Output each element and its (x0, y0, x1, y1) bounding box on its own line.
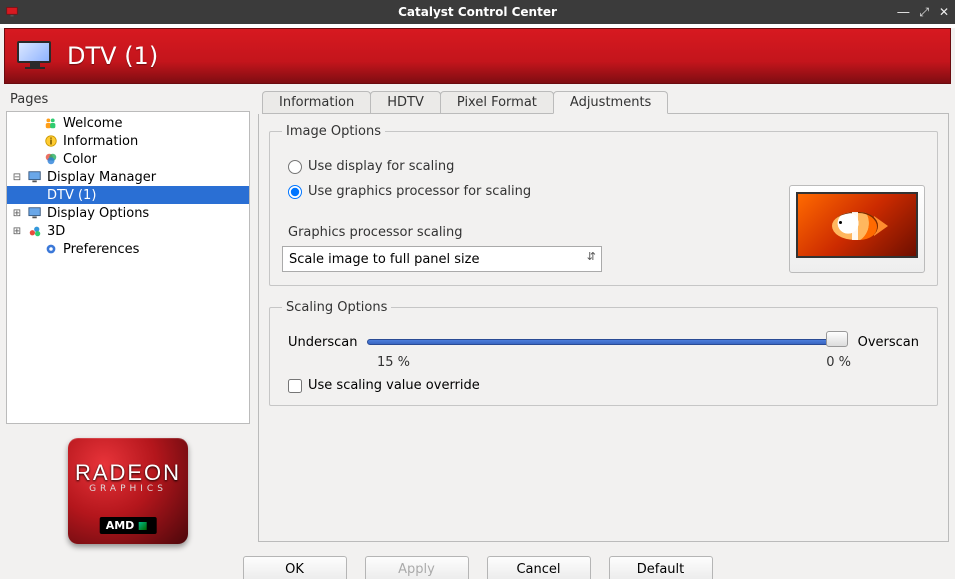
collapse-icon[interactable]: ⊟ (11, 172, 23, 183)
logo-wrap: RADEON GRAPHICS AMD (6, 424, 250, 544)
tree-item-display-options[interactable]: ⊞ Display Options (7, 204, 249, 222)
people-icon (43, 115, 59, 131)
minimize-button[interactable]: ― (897, 5, 909, 19)
main: Information HDTV Pixel Format Adjustment… (258, 90, 949, 544)
ok-button[interactable]: OK (243, 556, 347, 579)
legend-scaling-options: Scaling Options (282, 300, 391, 315)
tree-item-preferences[interactable]: Preferences (7, 240, 249, 258)
radio-label: Use graphics processor for scaling (308, 184, 531, 199)
radio-label: Use display for scaling (308, 159, 454, 174)
preview-tv (789, 185, 925, 273)
radio-gpu-scaling-input[interactable] (288, 185, 302, 199)
tab-information[interactable]: Information (262, 91, 371, 113)
gp-scaling-label: Graphics processor scaling (288, 225, 602, 240)
nav-tree[interactable]: Welcome i Information Color ⊟ (6, 111, 250, 424)
scaling-override-checkbox[interactable]: Use scaling value override (288, 378, 925, 393)
color-icon (43, 151, 59, 167)
slider-thumb[interactable] (826, 331, 848, 347)
window-body: DTV (1) Pages Welcome i Information (0, 28, 955, 579)
expand-icon[interactable]: ⊞ (11, 208, 23, 219)
checkbox-label: Use scaling value override (308, 378, 480, 393)
cancel-button[interactable]: Cancel (487, 556, 591, 579)
default-button[interactable]: Default (609, 556, 713, 579)
tab-panel-adjustments: Image Options Use display for scaling Us… (258, 114, 949, 542)
tick-left: 15 % (377, 355, 410, 370)
3d-icon (27, 223, 43, 239)
tree-item-welcome[interactable]: Welcome (7, 114, 249, 132)
page-title: DTV (1) (67, 42, 158, 70)
expand-icon[interactable]: ⊞ (11, 226, 23, 237)
close-button[interactable]: ✕ (939, 5, 949, 19)
tree-label: Information (63, 134, 138, 149)
tree-label: Display Manager (47, 170, 156, 185)
tree-item-dtv-1[interactable]: DTV (1) (7, 186, 249, 204)
amd-badge: AMD (100, 517, 157, 534)
svg-text:i: i (50, 138, 53, 148)
tab-adjustments[interactable]: Adjustments (553, 91, 668, 114)
radio-display-scaling[interactable]: Use display for scaling (288, 159, 925, 174)
tree-item-information[interactable]: i Information (7, 132, 249, 150)
tree-item-color[interactable]: Color (7, 150, 249, 168)
scaling-slider[interactable] (367, 333, 847, 351)
maximize-button[interactable]: ⤢ (919, 5, 929, 20)
tree-label: Preferences (63, 242, 139, 257)
tick-right: 0 % (826, 355, 851, 370)
tree-label: Welcome (63, 116, 122, 131)
radio-display-scaling-input[interactable] (288, 160, 302, 174)
monitor-icon (27, 169, 43, 185)
preview-screen (796, 192, 918, 258)
apply-button[interactable]: Apply (365, 556, 469, 579)
app-icon (6, 6, 18, 18)
sidebar: Pages Welcome i Information (6, 90, 250, 544)
window-title: Catalyst Control Center (0, 5, 955, 19)
tree-label: DTV (1) (47, 188, 96, 203)
sidebar-header: Pages (6, 90, 250, 111)
monitor-icon (17, 41, 53, 71)
tree-item-display-manager[interactable]: ⊟ Display Manager (7, 168, 249, 186)
tree-label: Display Options (47, 206, 149, 221)
tab-hdtv[interactable]: HDTV (370, 91, 441, 113)
gear-icon (43, 241, 59, 257)
group-image-options: Image Options Use display for scaling Us… (269, 124, 938, 286)
tabstrip: Information HDTV Pixel Format Adjustment… (262, 90, 949, 114)
gp-scaling-select[interactable]: Scale image to full panel size (282, 246, 602, 272)
legend-image-options: Image Options (282, 124, 385, 139)
banner: DTV (1) (4, 28, 951, 84)
tab-pixel-format[interactable]: Pixel Format (440, 91, 554, 113)
footer: OK Apply Cancel Default (0, 544, 955, 579)
tree-label: 3D (47, 224, 65, 239)
scaling-override-checkbox-input[interactable] (288, 379, 302, 393)
gp-scaling-select-wrap: Scale image to full panel size (282, 246, 602, 272)
tree-item-3d[interactable]: ⊞ 3D (7, 222, 249, 240)
radeon-logo: RADEON GRAPHICS AMD (68, 438, 188, 544)
monitor-icon (27, 205, 43, 221)
underscan-label: Underscan (288, 335, 357, 350)
group-scaling-options: Scaling Options Underscan Overscan 15 % … (269, 300, 938, 406)
titlebar: Catalyst Control Center ― ⤢ ✕ (0, 0, 955, 24)
info-icon: i (43, 133, 59, 149)
overscan-label: Overscan (858, 335, 919, 350)
tree-label: Color (63, 152, 97, 167)
logo-line1: RADEON (68, 438, 188, 486)
